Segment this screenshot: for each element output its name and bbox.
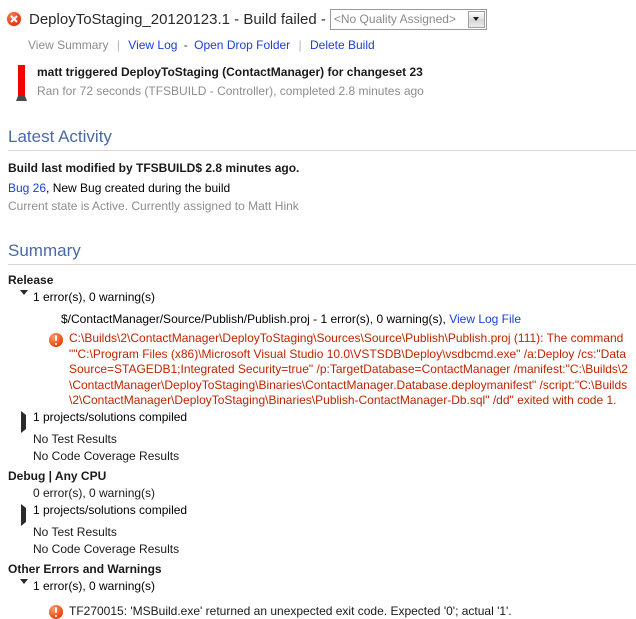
view-log-file-link[interactable]: View Log File (449, 312, 521, 326)
error-exclamation-icon (49, 604, 63, 619)
other-errors-warnings-row[interactable]: 1 error(s), 0 warning(s) (8, 578, 636, 600)
open-drop-folder-link[interactable]: Open Drop Folder (194, 38, 290, 52)
config-name-debug: Debug | Any CPU (8, 468, 107, 483)
build-quality-dropdown[interactable]: <No Quality Assigned> (329, 8, 487, 30)
build-quality-dropdown-button[interactable] (467, 10, 485, 28)
summary-body: Release 1 error(s), 0 warning(s) $/Conta… (0, 265, 636, 619)
other-errors-heading: Other Errors and Warnings (8, 561, 162, 576)
expander-collapse-icon[interactable] (20, 578, 33, 600)
latest-activity-body: Build last modified by TFSBUILD$ 2.8 min… (0, 151, 636, 215)
build-status-indicator-icon (16, 63, 27, 101)
release-test-results: No Test Results (33, 431, 117, 446)
release-errors-warnings-label: 1 error(s), 0 warning(s) (33, 290, 156, 304)
latest-activity-heading: Latest Activity (8, 127, 112, 146)
release-code-coverage: No Code Coverage Results (33, 448, 180, 463)
build-command-links: View Summary | View Log - Open Drop Fold… (0, 32, 636, 53)
build-run-line: Ran for 72 seconds (TFSBUILD - Controlle… (37, 84, 424, 98)
debug-projects-compiled-label: 1 projects/solutions compiled (33, 502, 188, 517)
build-title-row: DeployToStaging_20120123.1 - Build faile… (0, 0, 636, 32)
expander-expand-icon[interactable] (20, 409, 33, 433)
expander-expand-icon[interactable] (20, 502, 33, 526)
command-dash: - (183, 38, 188, 52)
status-bar-base (16, 96, 27, 101)
debug-test-results: No Test Results (33, 524, 117, 539)
build-trigger-line: matt triggered DeployToStaging (ContactM… (37, 65, 423, 79)
bug-state-line: Current state is Active. Currently assig… (8, 199, 299, 213)
release-error-message: C:\Builds\2\ContactManager\DeployToStagi… (69, 331, 630, 407)
view-summary-link[interactable]: View Summary (28, 38, 108, 52)
release-project-line: $/ContactManager/Source/Publish/Publish.… (8, 311, 636, 328)
build-quality-value: <No Quality Assigned> (333, 12, 456, 26)
bug-link[interactable]: Bug 26 (8, 181, 46, 195)
release-projects-compiled-row[interactable]: 1 projects/solutions compiled (8, 409, 636, 433)
error-circle-icon (6, 11, 22, 27)
release-projects-compiled-label: 1 projects/solutions compiled (33, 409, 188, 424)
summary-heading: Summary (8, 241, 81, 260)
build-last-modified: Build last modified by TFSBUILD$ 2.8 min… (8, 161, 300, 175)
config-name-release: Release (8, 273, 54, 287)
status-bar-fill (18, 65, 25, 96)
release-error-row: C:\Builds\2\ContactManager\DeployToStagi… (8, 331, 636, 409)
expander-collapse-icon[interactable] (20, 289, 33, 311)
command-separator-1: | (116, 38, 120, 52)
debug-projects-compiled-row[interactable]: 1 projects/solutions compiled (8, 502, 636, 526)
build-description-block: matt triggered DeployToStaging (ContactM… (0, 53, 636, 101)
other-errors-warnings-label: 1 error(s), 0 warning(s) (33, 578, 156, 593)
build-description-lines: matt triggered DeployToStaging (ContactM… (37, 63, 424, 101)
debug-code-coverage: No Code Coverage Results (33, 541, 180, 556)
delete-build-link[interactable]: Delete Build (310, 38, 375, 52)
view-log-link[interactable]: View Log (128, 38, 177, 52)
other-error-message: TF270015: 'MSBuild.exe' returned an unex… (69, 603, 512, 618)
error-exclamation-icon (49, 333, 63, 347)
debug-errors-warnings-label: 0 error(s), 0 warning(s) (33, 485, 156, 500)
bug-line-rest: , New Bug created during the build (46, 181, 231, 195)
command-separator-2: | (298, 38, 302, 52)
chevron-down-icon (473, 17, 480, 21)
release-errors-warnings-row[interactable]: 1 error(s), 0 warning(s) (8, 289, 636, 311)
release-project-label: $/ContactManager/Source/Publish/Publish.… (61, 312, 446, 326)
other-error-row: TF270015: 'MSBuild.exe' returned an unex… (8, 603, 636, 619)
page-title: DeployToStaging_20120123.1 - Build faile… (29, 10, 326, 28)
bug-line: Bug 26, New Bug created during the build (8, 180, 636, 197)
